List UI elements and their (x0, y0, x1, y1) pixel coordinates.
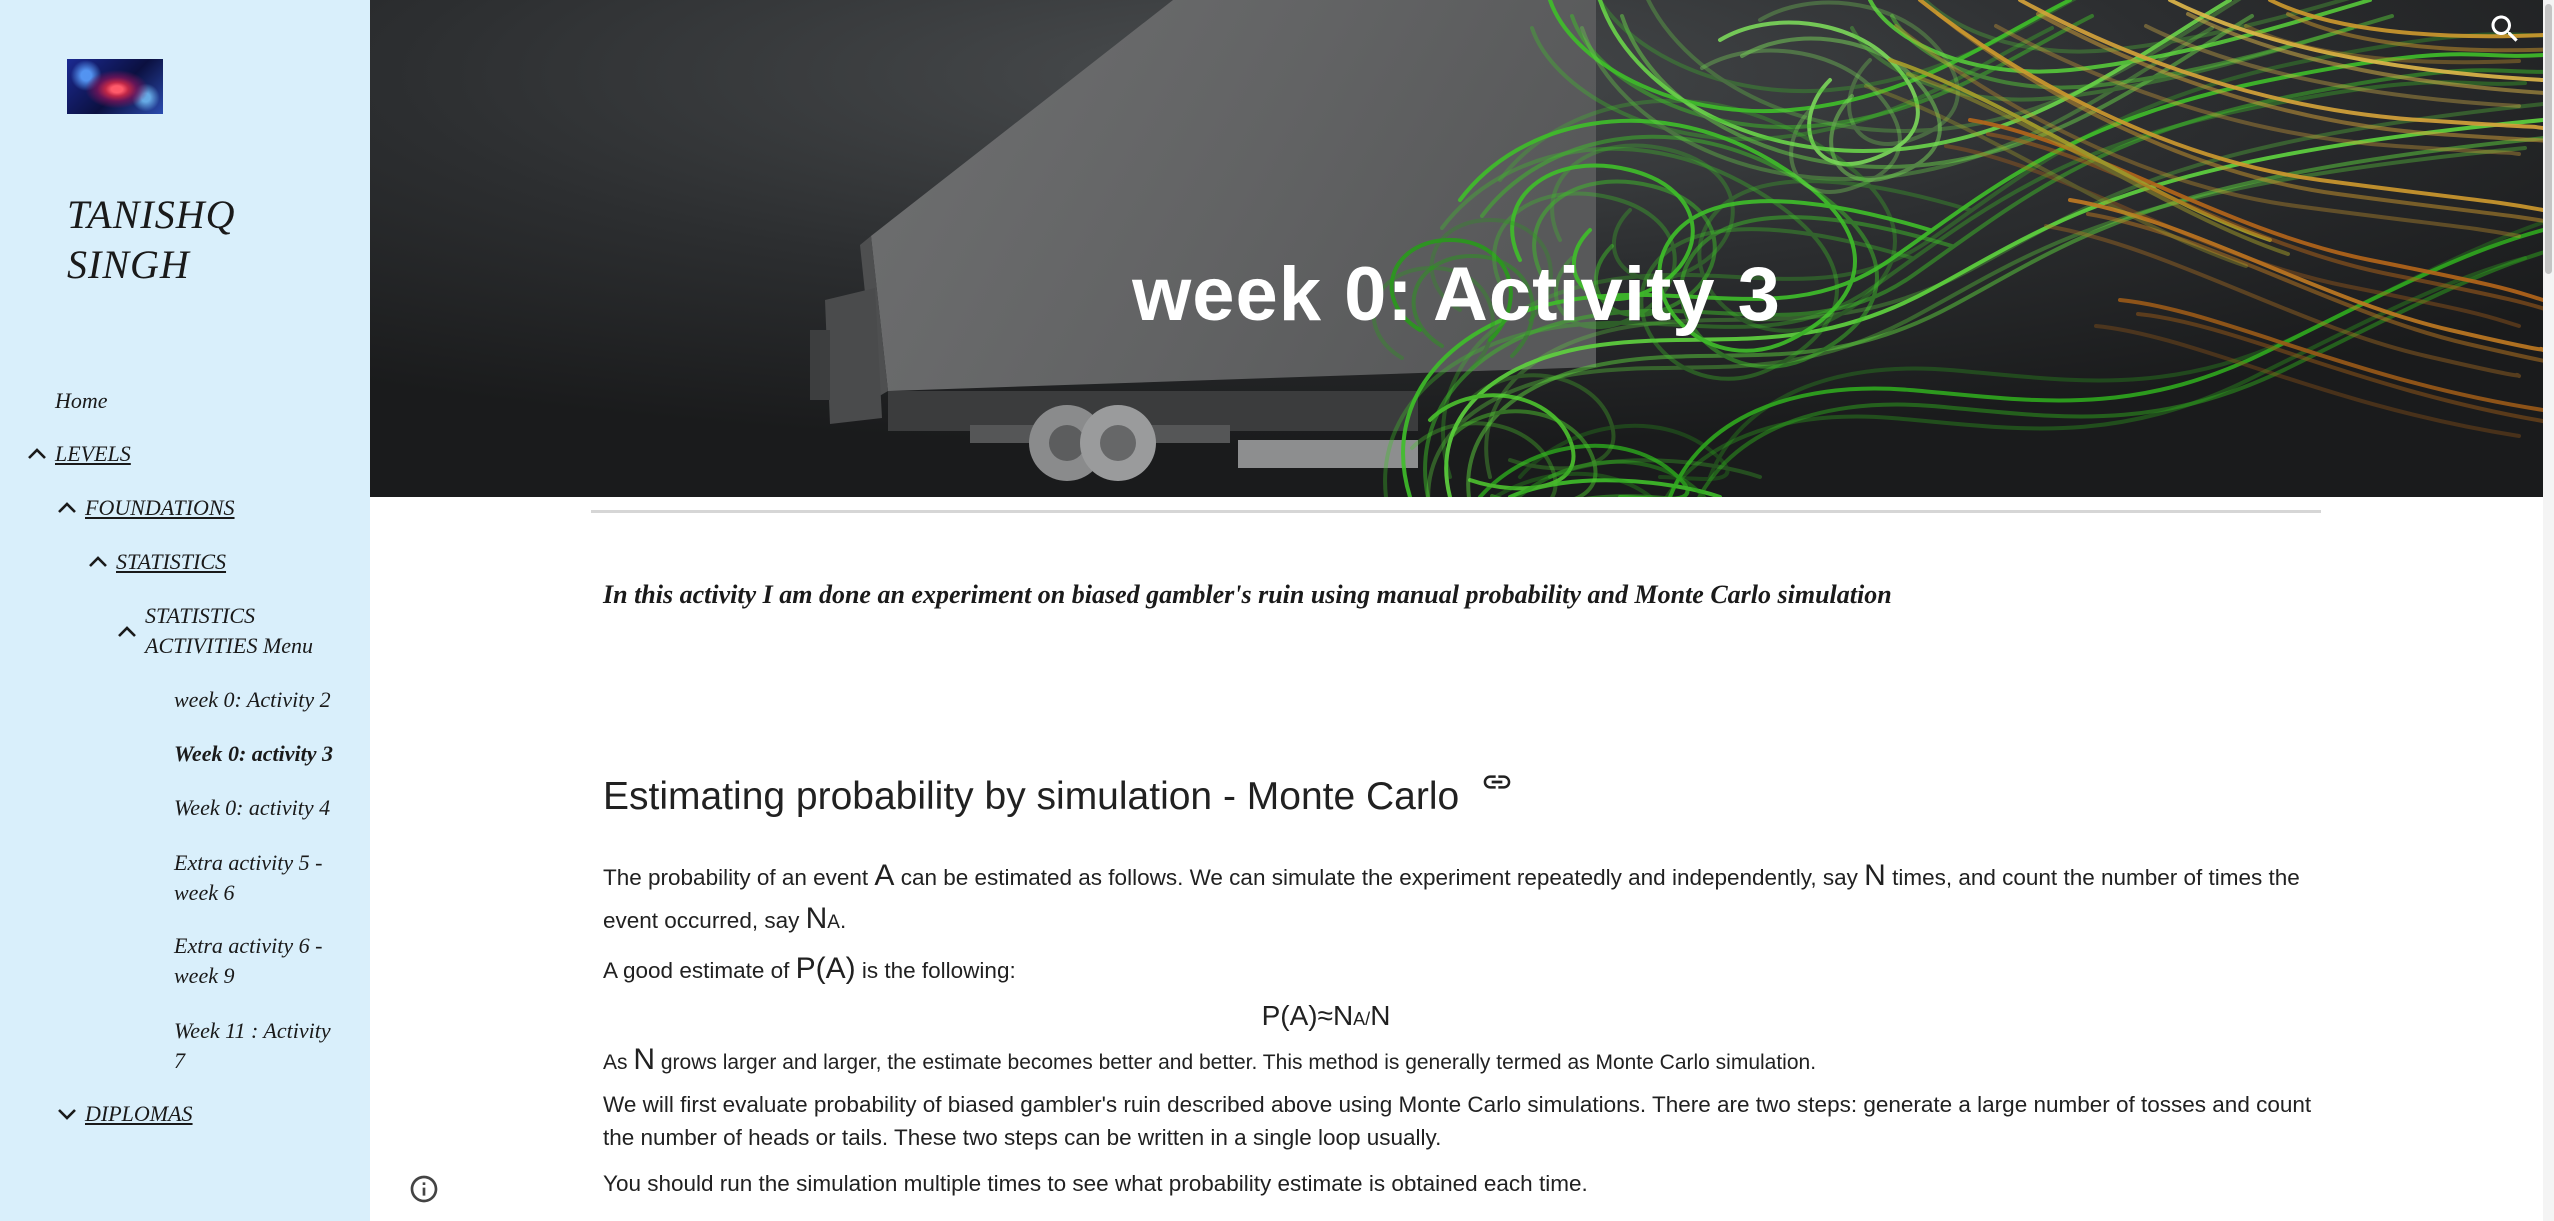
link-icon[interactable] (1481, 766, 1513, 798)
math-subscript: A (827, 912, 840, 933)
page-title: week 0: Activity 3 (1132, 251, 1781, 337)
truck-wheel (1080, 405, 1156, 481)
site-title[interactable]: TANISHQ SINGH (67, 190, 277, 290)
chevron-up-icon[interactable] (57, 502, 77, 514)
sidebar-item-week0-activity2[interactable]: week 0: Activity 2 (174, 685, 354, 715)
scrollbar[interactable] (2543, 0, 2554, 1221)
sidebar-item-levels[interactable]: LEVELS (27, 439, 357, 469)
text-segment: is the following: (855, 958, 1016, 983)
section-heading: Estimating probability by simulation - M… (603, 775, 1460, 818)
sidebar-item-home[interactable]: Home (55, 386, 355, 416)
scrollbar-thumb[interactable] (2545, 4, 2552, 274)
sidebar-item-statistics-activities-menu[interactable]: STATISTICS ACTIVITIES Menu (117, 601, 362, 661)
text-segment: can be estimated as follows. We can simu… (894, 865, 1865, 890)
chevron-up-icon[interactable] (88, 556, 108, 568)
math-symbol: N (1864, 859, 1886, 892)
sidebar-item-label: STATISTICS (116, 549, 227, 574)
page-header-banner: week 0: Activity 3 (370, 0, 2543, 497)
sidebar-item-label: Extra activity 6 - week 9 (174, 933, 323, 988)
text-segment: . (839, 908, 847, 933)
sidebar-item-label: LEVELS (55, 441, 131, 466)
sidebar-item-extra-activity6[interactable]: Extra activity 6 - week 9 (174, 931, 354, 991)
text-segment: A good estimate of (603, 958, 796, 983)
formula-subscript: A/ (1353, 1009, 1371, 1029)
paragraph-simulation-steps: We will first evaluate probability of bi… (603, 1092, 2312, 1150)
math-symbol: N (633, 1043, 656, 1076)
sidebar-item-statistics[interactable]: STATISTICS (88, 547, 358, 577)
paragraph-good-estimate: A good estimate of P(A) is the following… (603, 948, 2328, 991)
chevron-down-icon[interactable] (57, 1108, 77, 1120)
sidebar-item-extra-activity5[interactable]: Extra activity 5 - week 6 (174, 848, 354, 908)
text-segment: As (603, 1051, 634, 1074)
formula: P(A)≈NA/N (603, 996, 2049, 1039)
text-segment: grows larger and larger, the estimate be… (655, 1051, 1817, 1074)
sidebar-item-diplomas[interactable]: DIPLOMAS (57, 1099, 357, 1129)
sidebar-item-week0-activity3-current[interactable]: Week 0: activity 3 (174, 739, 354, 769)
sidebar-item-label: Week 0: activity 4 (174, 795, 331, 820)
sidebar-item-label: Extra activity 5 - week 6 (174, 850, 323, 905)
sidebar-item-label: DIPLOMAS (85, 1101, 193, 1126)
text-segment: The probability of an event (603, 865, 875, 890)
intro-text: In this activity I am done an experiment… (603, 580, 1892, 609)
sidebar-item-week0-activity4[interactable]: Week 0: activity 4 (174, 793, 354, 823)
sidebar-item-foundations[interactable]: FOUNDATIONS (57, 493, 357, 523)
sidebar-item-label: Week 11 : Activity 7 (174, 1018, 331, 1073)
sidebar-item-label: STATISTICS ACTIVITIES Menu (145, 603, 314, 658)
sidebar: TANISHQ SINGH Home LEVELS FOUNDATIONS ST… (0, 0, 370, 1221)
site-logo[interactable] (67, 59, 163, 114)
chevron-up-icon[interactable] (117, 626, 137, 638)
paragraph-monte-carlo-definition: As N grows larger and larger, the estima… (603, 1043, 2328, 1079)
sidebar-item-label: Week 0: activity 3 (174, 741, 334, 766)
math-symbol: P(A) (795, 952, 856, 985)
search-icon[interactable] (2487, 11, 2523, 47)
sidebar-item-label: week 0: Activity 2 (174, 687, 331, 712)
paragraph-estimation: The probability of an event A can be est… (603, 855, 2328, 943)
formula-denominator: N (1370, 1000, 1391, 1031)
info-icon[interactable] (408, 1173, 440, 1205)
sidebar-item-label: FOUNDATIONS (85, 495, 235, 520)
sidebar-item-week11-activity7[interactable]: Week 11 : Activity 7 (174, 1016, 354, 1076)
math-symbol: N (805, 902, 828, 935)
chevron-up-icon[interactable] (27, 448, 47, 460)
section-divider (591, 510, 2321, 513)
paragraph-run-multiple-times: You should run the simulation multiple t… (603, 1171, 1588, 1196)
math-symbol: A (874, 859, 895, 892)
sidebar-item-label: Home (55, 388, 108, 413)
formula-main: P(A)≈N (1261, 1000, 1354, 1031)
